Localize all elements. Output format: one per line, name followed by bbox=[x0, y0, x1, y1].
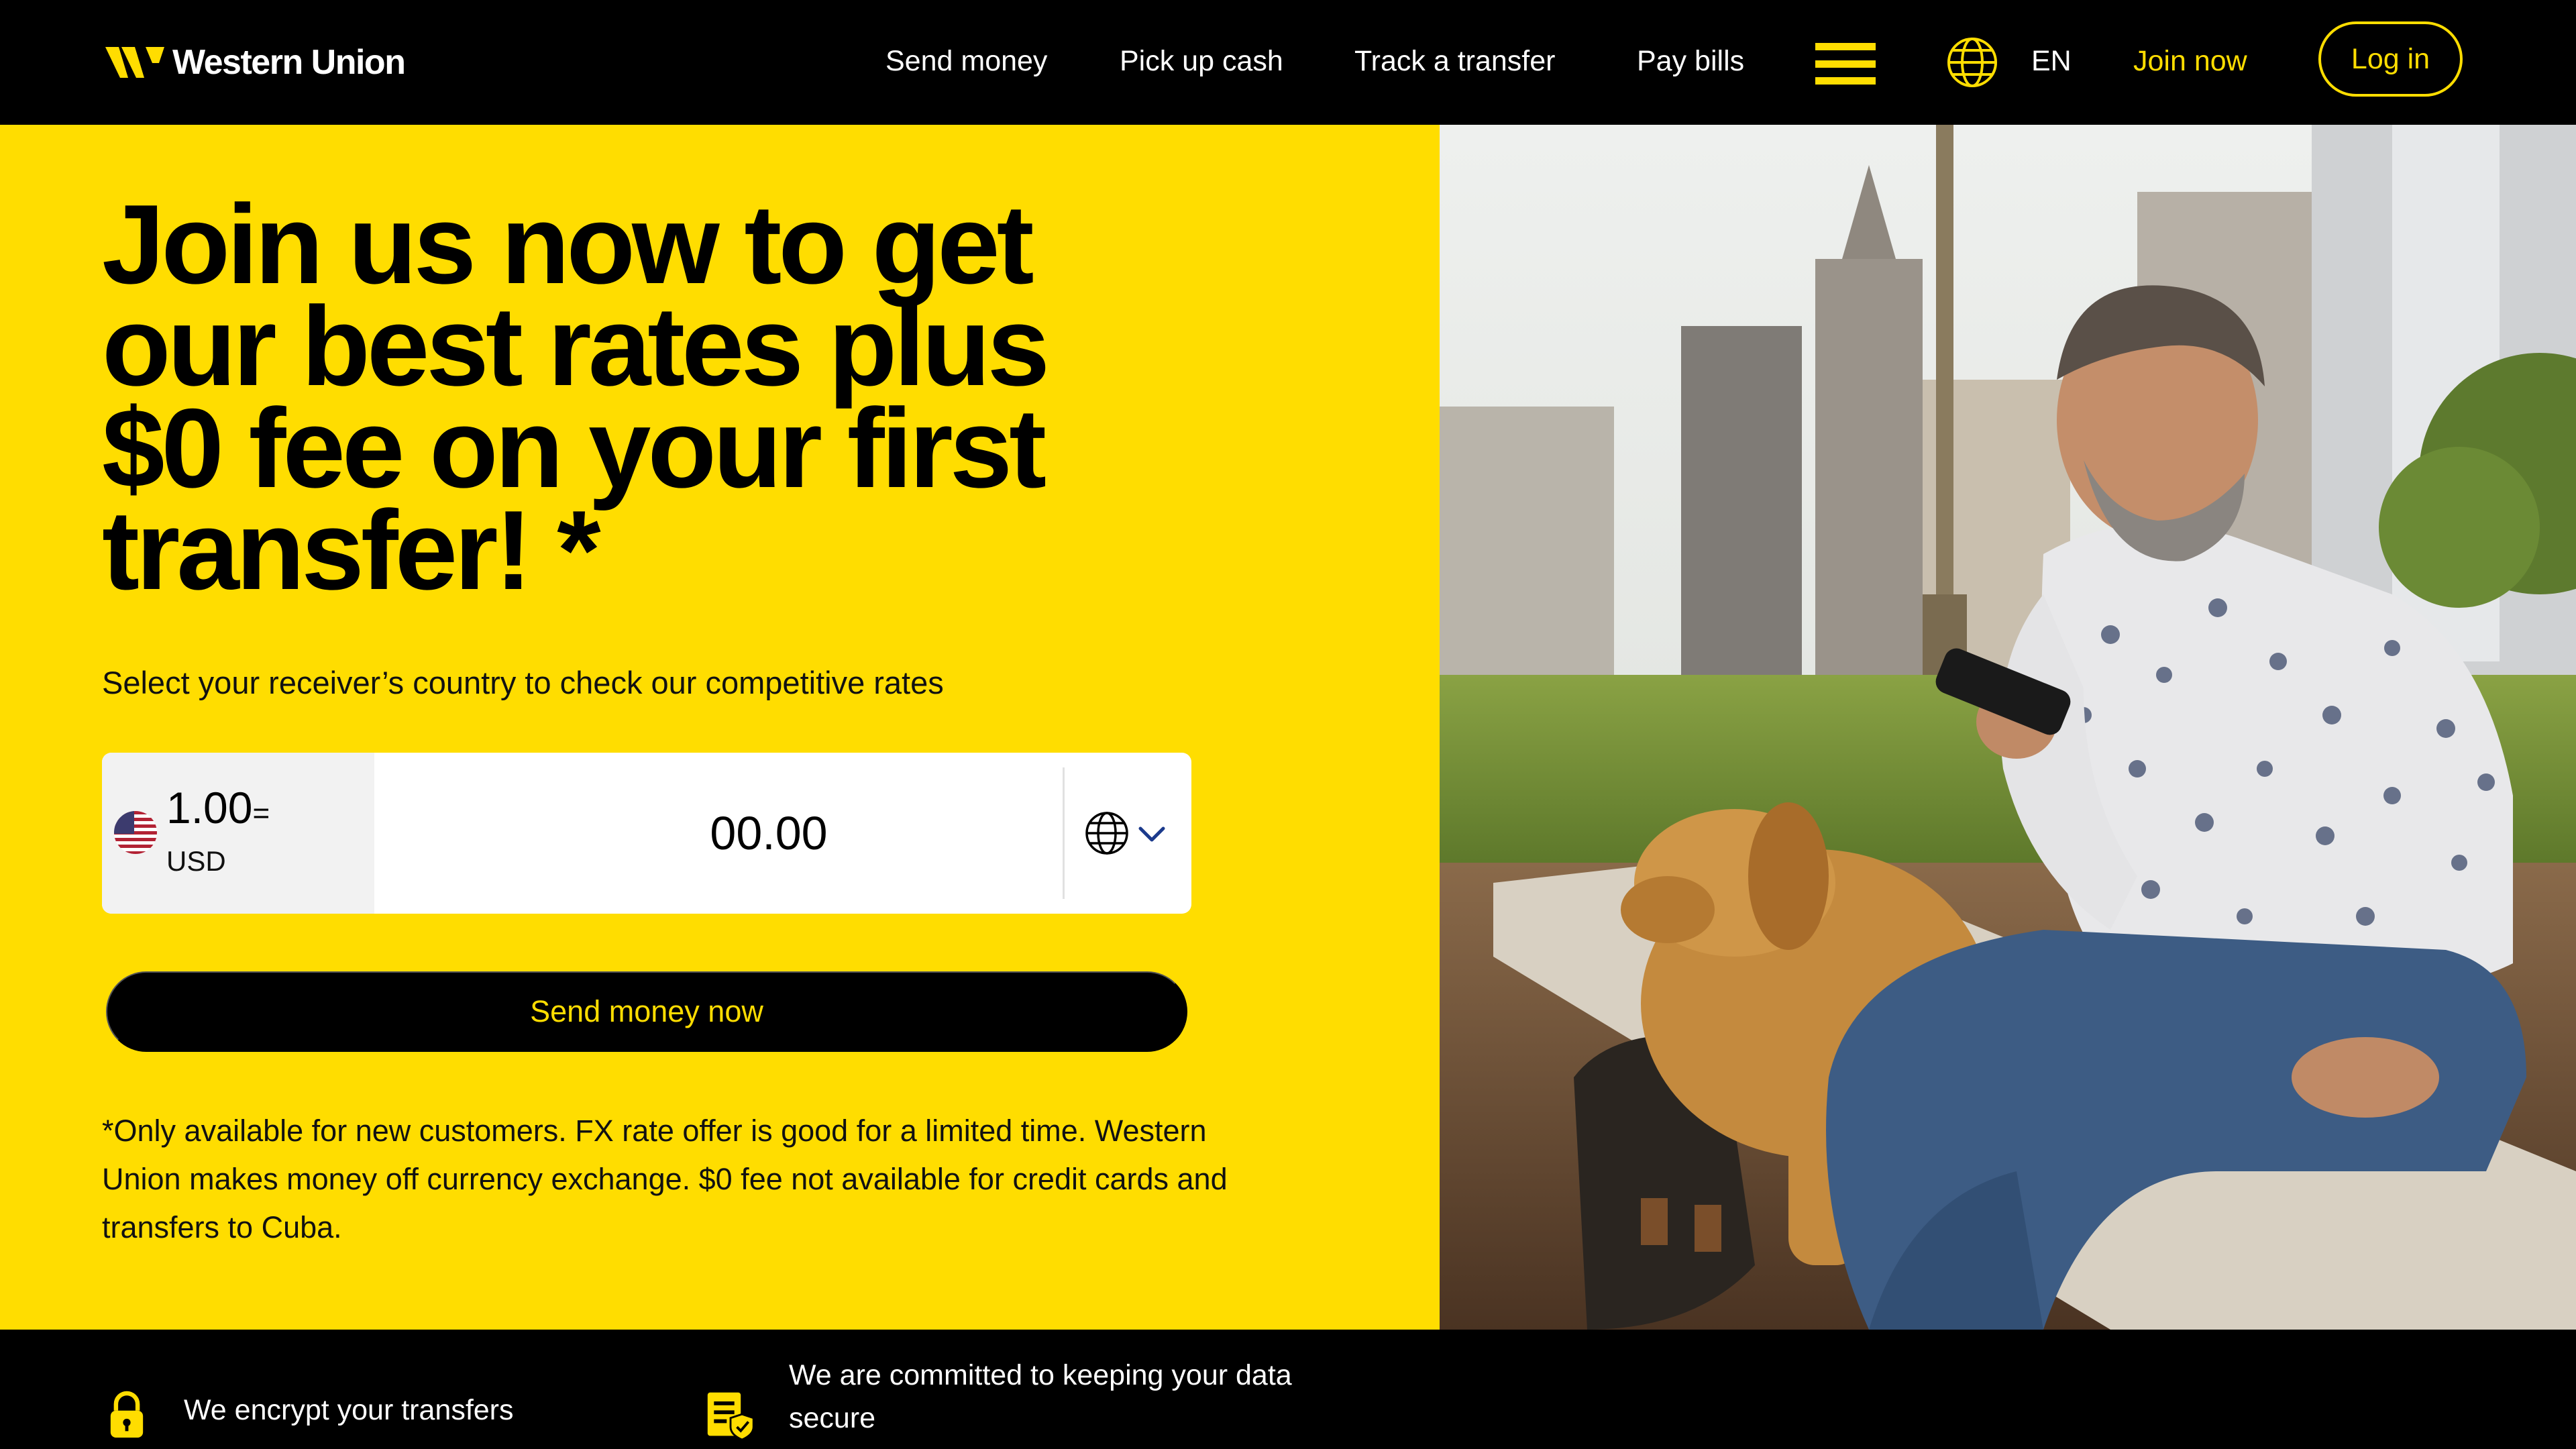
equals-sign: = bbox=[252, 797, 270, 830]
currency-converter: 1.00= USD 00.00 bbox=[102, 753, 1191, 914]
converter-divider bbox=[1063, 767, 1065, 899]
top-navigation: Western Union Send money Pick up cash Tr… bbox=[0, 0, 2576, 125]
send-amount-value: 1.00 bbox=[166, 783, 253, 833]
receive-amount[interactable]: 00.00 bbox=[374, 753, 1163, 914]
language-selector[interactable]: EN bbox=[2031, 40, 2072, 82]
trust-strip: We encrypt your transfers We are committ… bbox=[0, 1330, 2576, 1449]
offer-disclaimer: *Only available for new customers. FX ra… bbox=[102, 1114, 1228, 1244]
hero-subline: Select your receiver’s country to check … bbox=[102, 665, 944, 700]
us-flag-icon bbox=[114, 811, 157, 854]
send-amount[interactable]: 1.00= bbox=[166, 782, 270, 833]
nav-track-transfer[interactable]: Track a transfer bbox=[1354, 40, 1556, 82]
trust-item-encryption: We encrypt your transfers bbox=[107, 1390, 514, 1441]
send-currency: USD bbox=[166, 845, 226, 877]
globe-icon[interactable] bbox=[1084, 810, 1130, 856]
trust-text-encryption: We encrypt your transfers bbox=[184, 1394, 514, 1426]
hamburger-icon[interactable] bbox=[1815, 43, 1876, 85]
lock-icon bbox=[110, 1391, 144, 1438]
chevron-down-icon[interactable] bbox=[1136, 818, 1167, 849]
nav-send-money[interactable]: Send money bbox=[885, 40, 1047, 82]
trust-item-data-secure: We are committed to keeping your data se… bbox=[704, 1359, 1299, 1441]
hero-headline: Join us now to get our best rates plus $… bbox=[102, 181, 1050, 613]
nav-pay-bills[interactable]: Pay bills bbox=[1637, 40, 1744, 82]
send-money-now-button[interactable]: Send money now bbox=[106, 971, 1187, 1052]
globe-icon[interactable] bbox=[1945, 36, 1999, 89]
hero-photo bbox=[1440, 125, 2576, 1330]
brand-name: Western Union bbox=[172, 43, 406, 82]
send-amount-box[interactable]: 1.00= USD bbox=[102, 753, 374, 914]
trust-text-data-secure: We are committed to keeping your data se… bbox=[789, 1359, 1292, 1434]
join-now-link[interactable]: Join now bbox=[2133, 40, 2247, 82]
western-union-logo[interactable]: Western Union bbox=[105, 42, 406, 83]
nav-pick-up-cash[interactable]: Pick up cash bbox=[1120, 40, 1283, 82]
wu-logo-mark-icon bbox=[105, 47, 164, 78]
login-button[interactable]: Log in bbox=[2318, 21, 2463, 97]
secure-document-icon bbox=[707, 1392, 755, 1441]
hero-panel: Join us now to get our best rates plus $… bbox=[0, 125, 1440, 1330]
man-with-dog-photo bbox=[1440, 125, 2576, 1330]
